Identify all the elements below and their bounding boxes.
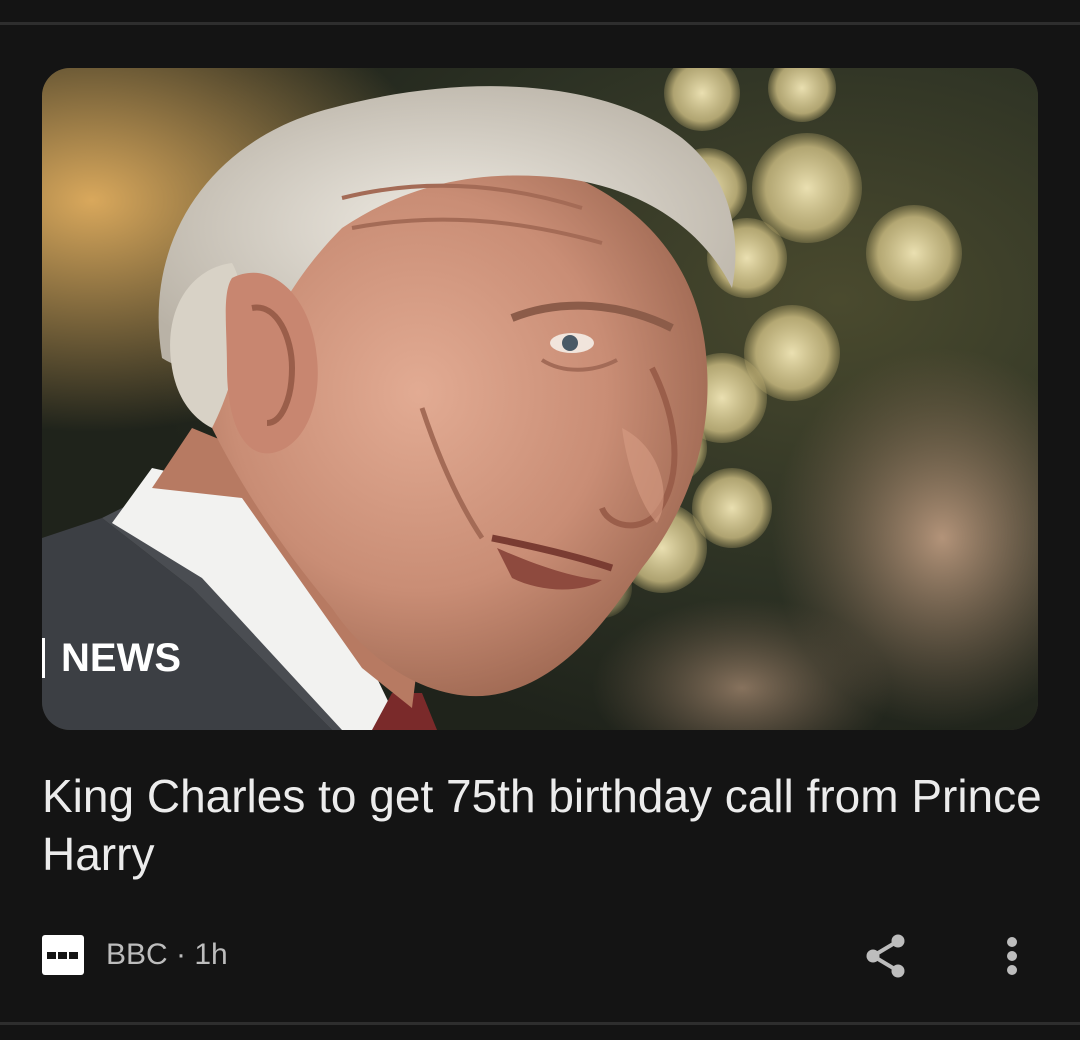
badge-bar	[42, 638, 45, 678]
share-button[interactable]	[860, 931, 912, 981]
source-and-time: BBC · 1h	[106, 937, 228, 973]
more-options-button[interactable]	[992, 931, 1032, 981]
article-meta-row: BBC · 1h	[42, 931, 1038, 978]
publish-time: 1h	[194, 938, 228, 971]
bbc-logo-icon	[42, 935, 84, 975]
source-name: BBC	[106, 938, 168, 971]
news-card[interactable]: NEWS King Charles to get 75th birthday c…	[0, 25, 1080, 1022]
article-image[interactable]: NEWS	[42, 68, 1038, 730]
share-icon	[866, 934, 905, 978]
bottom-divider	[0, 1022, 1080, 1025]
article-headline[interactable]: King Charles to get 75th birthday call f…	[42, 767, 1042, 883]
image-news-badge: NEWS	[42, 638, 181, 678]
meta-separator: ·	[176, 938, 187, 971]
more-vert-icon	[1007, 937, 1017, 975]
article-photo	[42, 68, 1038, 730]
badge-label: NEWS	[61, 636, 181, 680]
